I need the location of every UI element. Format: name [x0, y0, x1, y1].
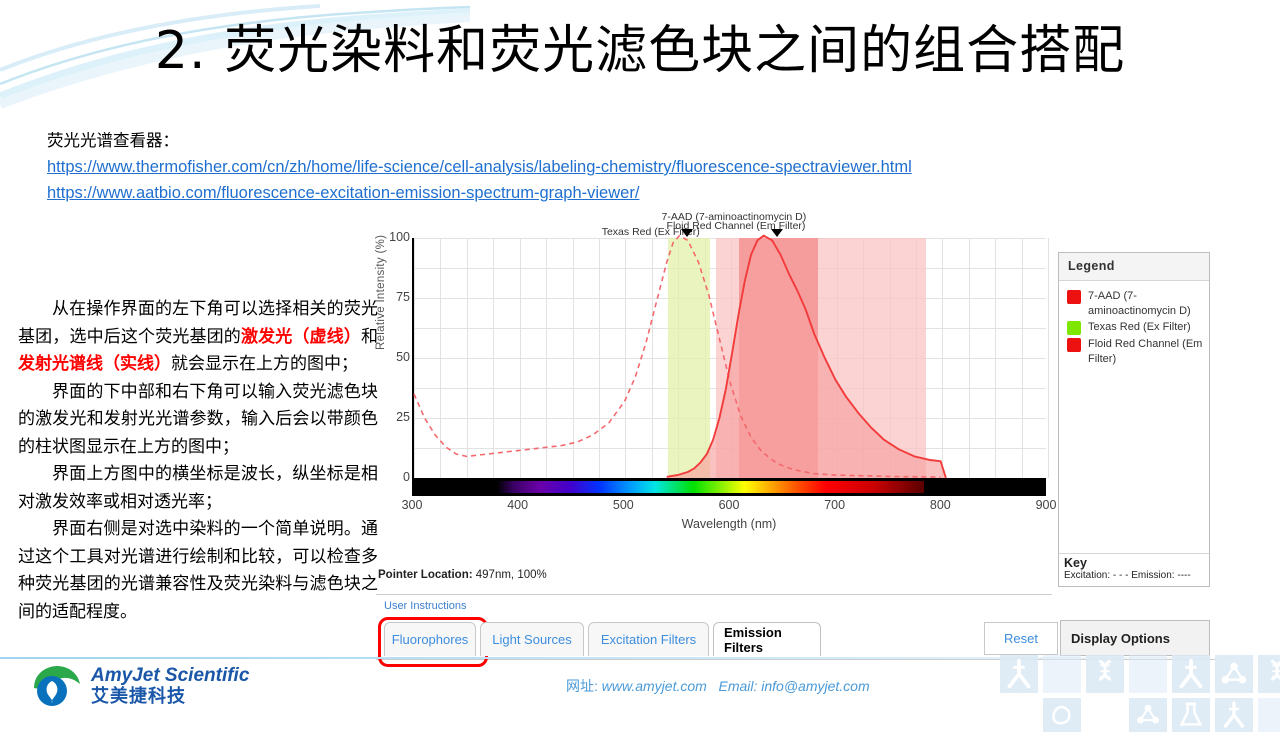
legend-key-line: Excitation: - - - Emission: ---- [1064, 570, 1191, 581]
decorative-tile-blank-icon [1258, 698, 1280, 732]
y-tick-100: 100 [389, 230, 410, 244]
links-block: 荧光光谱查看器： https://www.thermofisher.com/cn… [47, 128, 1227, 206]
decorative-tile-blank-icon [1043, 655, 1081, 693]
p1-post: 就会显示在上方的图中； [171, 354, 358, 373]
x-tick-700: 700 [824, 498, 846, 512]
visible-spectrum-bar [412, 478, 1046, 496]
legend-item-label: 7-AAD (7-aminoactinomycin D) [1088, 290, 1191, 317]
contact-label-cn: 网址: [566, 678, 598, 694]
pointer-location-value: 497nm, 100% [475, 569, 547, 581]
paragraph-1: 从在操作界面的左下角可以选择相关的荧光基团，选中后这个荧光基团的激发光（虚线）和… [18, 295, 378, 378]
decorative-tile-dna-icon [1086, 655, 1124, 693]
link-thermofisher[interactable]: https://www.thermofisher.com/cn/zh/home/… [47, 154, 1227, 180]
legend-items: 7-AAD (7-aminoactinomycin D) Texas Red (E… [1059, 281, 1209, 553]
link-aatbio[interactable]: https://www.aatbio.com/fluorescence-exci… [47, 180, 1227, 206]
y-tick-50: 50 [396, 350, 410, 364]
paragraph-3: 界面上方图中的横坐标是波长，纵坐标是相对激发效率或相对透光率； [18, 464, 378, 511]
series-fill-1 [666, 235, 946, 478]
brand-name-en: AmyJet Scientific [91, 664, 250, 686]
tab-fluorophores[interactable]: Fluorophores [384, 622, 476, 656]
body-copy: 从在操作界面的左下角可以选择相关的荧光基团，选中后这个荧光基团的激发光（虚线）和… [18, 295, 378, 625]
legend-panel: Legend 7-AAD (7-aminoactinomycin D) Texas… [1058, 252, 1210, 587]
decorative-tile-mol-icon [1129, 698, 1167, 732]
legend-item[interactable]: Texas Red (Ex Filter) [1067, 320, 1203, 335]
legend-key: Key Excitation: - - - Emission: ---- [1059, 553, 1209, 586]
y-tick-75: 75 [396, 290, 410, 304]
plot-divider [376, 594, 1052, 595]
x-tick-600: 600 [718, 498, 740, 512]
decorative-tile-cl-icon [1043, 698, 1081, 732]
brand-text: AmyJet Scientific 艾美捷科技 [91, 664, 250, 707]
x-tick-500: 500 [612, 498, 634, 512]
paragraph-4: 界面右侧是对选中染料的一个简单说明。通过这个工具对光谱进行绘制和比较，可以检查多… [18, 519, 378, 621]
peak-marker-0 [680, 229, 693, 237]
decorative-tile-ab-icon [1172, 655, 1210, 693]
brand-name-cn: 艾美捷科技 [91, 685, 186, 706]
decorative-tile-fl-icon [1172, 698, 1210, 732]
x-tick-800: 800 [929, 498, 951, 512]
tab-excitation-filters[interactable]: Excitation Filters [588, 622, 709, 656]
spectraviewer-app: Texas Red (Ex Filter) 7-AAD (7-aminoacti… [375, 211, 1216, 667]
contact-email: Email: info@amyjet.com [718, 678, 870, 694]
legend-key-title: Key [1064, 556, 1087, 570]
paragraph-2: 界面的下中部和右下角可以输入荧光滤色块的激发光和发射光光谱参数，输入后会以带颜色… [18, 381, 378, 456]
pointer-location: Pointer Location: 497nm, 100% [378, 569, 547, 581]
tab-light-sources[interactable]: Light Sources [480, 622, 584, 656]
tab-emission-filters[interactable]: Emission Filters [713, 622, 821, 656]
x-axis-label: Wavelength (nm) [681, 517, 777, 531]
links-heading: 荧光光谱查看器： [47, 132, 179, 150]
plot-area[interactable] [412, 238, 1049, 479]
y-tick-25: 25 [396, 410, 410, 424]
decorative-tile-blank-icon [1129, 655, 1167, 693]
x-tick-400: 400 [507, 498, 529, 512]
decorative-tile-ab-icon [1215, 698, 1253, 732]
peak-marker-1 [770, 229, 783, 237]
x-tick-300: 300 [401, 498, 423, 512]
pointer-location-label: Pointer Location: [378, 569, 473, 581]
decorative-tile-dna-icon [1258, 655, 1280, 693]
legend-swatch-icon [1067, 338, 1081, 352]
gridline-v [1048, 238, 1049, 478]
spectra-curves [414, 238, 1046, 478]
footer-contact: 网址: www.amyjet.com Email: info@amyjet.co… [566, 676, 870, 696]
legend-swatch-icon [1067, 290, 1081, 304]
p1-hl2: 发射光谱线（实线） [18, 354, 171, 373]
legend-item[interactable]: 7-AAD (7-aminoactinomycin D) [1067, 289, 1203, 318]
page-title: 2. 荧光染料和荧光滤色块之间的组合搭配 [154, 21, 1126, 81]
decorative-tile-mol-icon [1215, 655, 1253, 693]
legend-title: Legend [1059, 253, 1209, 281]
user-instructions-link[interactable]: User Instructions [384, 600, 467, 612]
contact-website: www.amyjet.com [597, 678, 707, 694]
rainbow-gradient [496, 481, 925, 493]
decorative-tile-ab-icon [1000, 655, 1038, 693]
legend-swatch-icon [1067, 321, 1081, 335]
legend-item-label: Texas Red (Ex Filter) [1088, 321, 1191, 333]
legend-item[interactable]: Floid Red Channel (Em Filter) [1067, 337, 1203, 366]
spectrum-plot: Relative Intensity (%) 0 25 50 75 100 300 400… [375, 229, 1056, 595]
p1-hl1: 激发光（虚线） [240, 326, 362, 346]
y-tick-0: 0 [403, 470, 410, 484]
amyjet-logo-icon [34, 666, 80, 706]
brand-logo: AmyJet Scientific 艾美捷科技 [30, 664, 249, 708]
decorative-icon-tiles [990, 645, 1280, 732]
legend-item-label: Floid Red Channel (Em Filter) [1088, 338, 1203, 365]
